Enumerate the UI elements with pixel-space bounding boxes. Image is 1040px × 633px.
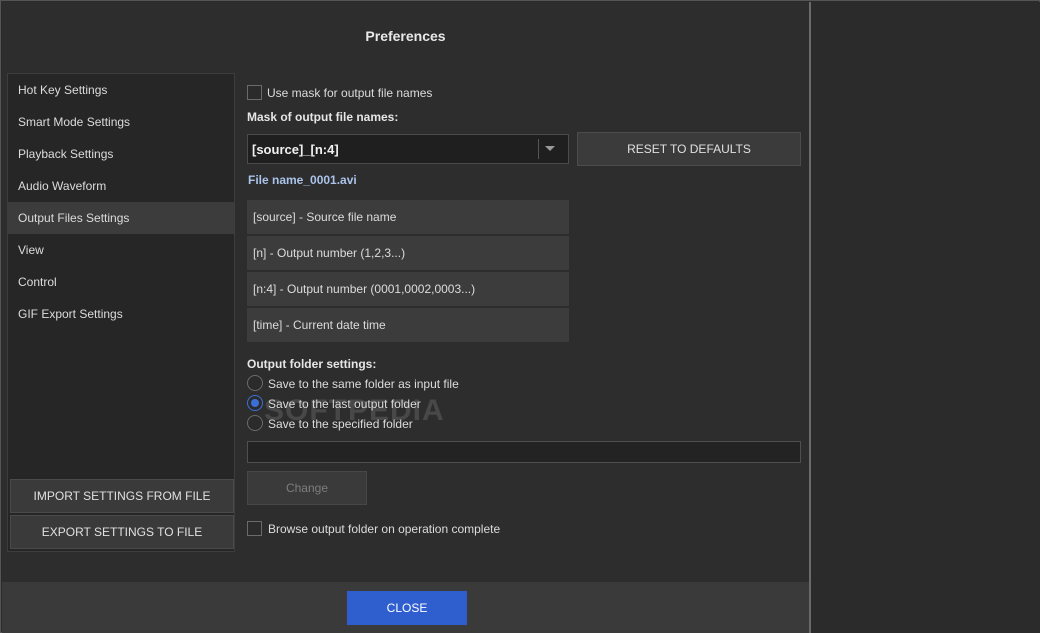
sidebar-item-smart-mode-settings[interactable]: Smart Mode Settings: [8, 106, 234, 138]
sidebar-item-hot-key-settings[interactable]: Hot Key Settings: [8, 74, 234, 106]
use-mask-label: Use mask for output file names: [267, 86, 433, 100]
preferences-dialog: Preferences Hot Key Settings Smart Mode …: [2, 2, 809, 633]
sidebar-item-gif-export-settings[interactable]: GIF Export Settings: [8, 298, 234, 330]
radio-last-output-folder[interactable]: [247, 395, 263, 411]
dialog-footer: CLOSE: [2, 582, 809, 633]
mask-combobox[interactable]: [source]_[n:4]: [247, 134, 569, 164]
background-pane: [811, 2, 1040, 633]
use-mask-checkbox[interactable]: [247, 85, 262, 100]
mask-heading: Mask of output file names:: [247, 110, 399, 124]
output-folder-heading: Output folder settings:: [247, 357, 377, 371]
browse-output-label: Browse output folder on operation comple…: [268, 522, 501, 536]
radio-same-folder-label: Save to the same folder as input file: [268, 377, 459, 391]
settings-sidebar: Hot Key Settings Smart Mode Settings Pla…: [7, 73, 235, 552]
sidebar-item-output-files-settings[interactable]: Output Files Settings: [8, 202, 234, 234]
radio-specified-folder-label: Save to the specified folder: [268, 417, 413, 431]
mask-combobox-value: [source]_[n:4]: [252, 142, 339, 157]
sidebar-item-control[interactable]: Control: [8, 266, 234, 298]
radio-specified-folder[interactable]: [247, 415, 263, 431]
browse-output-checkbox[interactable]: [247, 521, 262, 536]
combobox-separator: [538, 139, 539, 159]
export-settings-button[interactable]: EXPORT SETTINGS TO FILE: [10, 515, 234, 549]
file-name-preview: File name_0001.avi: [248, 173, 357, 187]
chevron-down-icon[interactable]: [545, 146, 555, 151]
close-button[interactable]: CLOSE: [347, 591, 467, 625]
radio-last-output-folder-label: Save to the last output folder: [268, 397, 421, 411]
radio-same-folder[interactable]: [247, 375, 263, 391]
token-n[interactable]: [n] - Output number (1,2,3...): [247, 236, 569, 270]
preferences-window: Preferences Hot Key Settings Smart Mode …: [0, 0, 1040, 633]
sidebar-item-playback-settings[interactable]: Playback Settings: [8, 138, 234, 170]
dialog-title: Preferences: [365, 28, 446, 44]
import-settings-button[interactable]: IMPORT SETTINGS FROM FILE: [10, 479, 234, 513]
change-folder-button[interactable]: Change: [247, 471, 367, 505]
sidebar-item-audio-waveform[interactable]: Audio Waveform: [8, 170, 234, 202]
sidebar-item-view[interactable]: View: [8, 234, 234, 266]
token-time[interactable]: [time] - Current date time: [247, 308, 569, 342]
token-n4[interactable]: [n:4] - Output number (0001,0002,0003...…: [247, 272, 569, 306]
token-source[interactable]: [source] - Source file name: [247, 200, 569, 234]
reset-to-defaults-button[interactable]: RESET TO DEFAULTS: [577, 132, 801, 166]
output-folder-path-field[interactable]: [247, 441, 801, 463]
